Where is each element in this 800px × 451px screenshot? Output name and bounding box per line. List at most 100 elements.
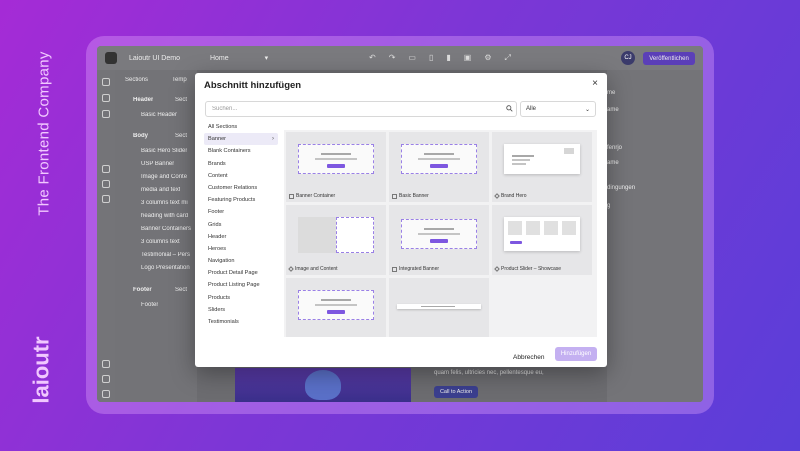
card-preview bbox=[298, 217, 374, 253]
list-item[interactable]: Testimonial – Pers bbox=[141, 252, 190, 258]
category-item[interactable]: Brands bbox=[204, 158, 278, 170]
add-section-dialog: Abschnitt hinzufügen × Alle ⌄ All Sectio… bbox=[195, 73, 607, 367]
list-item[interactable]: Basic Hero Slider bbox=[141, 148, 187, 154]
list-item[interactable]: Logo Presentation bbox=[141, 265, 190, 271]
category-item[interactable]: Featuring Products bbox=[204, 194, 278, 206]
category-item[interactable]: Product Listing Page bbox=[204, 279, 278, 291]
tab-templates[interactable]: Temp bbox=[172, 77, 187, 83]
panel-row[interactable]: dingungen bbox=[607, 185, 635, 191]
section-card-product-slider-showcase[interactable]: Product Slider – Showcase bbox=[492, 205, 592, 275]
section-card-image-and-content[interactable]: Image and Content bbox=[286, 205, 386, 275]
brush-icon[interactable] bbox=[102, 110, 110, 118]
filter-value: Alle bbox=[526, 106, 537, 112]
canvas-text: quam felis, ultricies nec, pellentesque … bbox=[434, 370, 544, 376]
dialog-title: Abschnitt hinzufügen bbox=[204, 80, 302, 91]
tablet-icon[interactable]: ▯ bbox=[429, 53, 433, 63]
tree-footer-label[interactable]: Footer bbox=[133, 287, 152, 293]
body-add-section[interactable]: Sect bbox=[175, 133, 187, 139]
category-item[interactable]: Sliders bbox=[204, 304, 278, 316]
fullscreen-icon[interactable]: ⤢ bbox=[505, 53, 511, 63]
category-item-active[interactable]: Banner › bbox=[204, 133, 278, 146]
section-card-integrated-banner[interactable]: Integrated Banner bbox=[389, 205, 489, 275]
close-icon[interactable]: × bbox=[592, 78, 598, 89]
card-label: Integrated Banner bbox=[392, 266, 439, 272]
undo-icon[interactable]: ↶ bbox=[369, 53, 376, 63]
header-add-section[interactable]: Sect bbox=[175, 97, 187, 103]
grid-icon[interactable] bbox=[102, 180, 110, 188]
card-preview bbox=[401, 219, 477, 249]
list-item[interactable]: USP Banner bbox=[141, 161, 174, 167]
desktop-icon[interactable]: ▭ bbox=[408, 53, 416, 63]
panel-row[interactable]: g bbox=[607, 203, 610, 209]
publish-button[interactable]: Veröffentlichen bbox=[643, 52, 695, 65]
monitor-icon[interactable]: ▣ bbox=[464, 53, 472, 63]
diamond-icon bbox=[288, 266, 294, 272]
list-item[interactable]: heading with card bbox=[141, 213, 188, 219]
home-icon[interactable] bbox=[102, 78, 110, 86]
layers-icon[interactable] bbox=[102, 94, 110, 102]
user-icon[interactable] bbox=[102, 360, 110, 368]
redo-icon[interactable]: ↷ bbox=[389, 53, 396, 63]
section-card[interactable] bbox=[389, 278, 489, 337]
search-icon bbox=[506, 105, 513, 112]
tree-header-label[interactable]: Header bbox=[133, 97, 153, 103]
list-item[interactable]: 3 columns text mi bbox=[141, 200, 188, 206]
top-bar: Laioutr UI Demo Home ▾ ↶ ↷ ▭ ▯ ▮ ▣ ⚙ ⤢ C… bbox=[97, 46, 703, 70]
list-item[interactable]: Image and Conte bbox=[141, 174, 187, 180]
diamond-icon bbox=[494, 266, 500, 272]
card-preview bbox=[298, 144, 374, 174]
category-item[interactable]: All Sections bbox=[204, 121, 278, 133]
book-icon[interactable] bbox=[102, 375, 110, 383]
card-label: Product Slider – Showcase bbox=[494, 266, 561, 272]
collapse-icon[interactable] bbox=[102, 390, 110, 398]
list-item[interactable]: Basic Header bbox=[141, 112, 177, 118]
category-item[interactable]: Customer Relations bbox=[204, 182, 278, 194]
cta-button[interactable]: Call to Action bbox=[434, 386, 478, 398]
footer-add-section[interactable]: Sect bbox=[175, 287, 187, 293]
category-item[interactable]: Product Detail Page bbox=[204, 267, 278, 279]
search-input[interactable] bbox=[205, 101, 517, 117]
chevron-right-icon: › bbox=[272, 136, 274, 143]
properties-panel: me ame fenrjo ame dingungen g bbox=[607, 70, 703, 402]
mobile-icon[interactable]: ▮ bbox=[446, 53, 450, 63]
chevron-down-icon[interactable]: ▾ bbox=[265, 54, 269, 62]
category-item[interactable]: Heroes bbox=[204, 243, 278, 255]
page-select[interactable]: Home bbox=[210, 55, 229, 62]
add-button[interactable]: Hinzufügen bbox=[555, 347, 597, 361]
chevron-down-icon: ⌄ bbox=[584, 106, 590, 113]
list-item[interactable]: media and text bbox=[141, 187, 180, 193]
cancel-button[interactable]: Abbrechen bbox=[513, 354, 544, 361]
app-logo-icon bbox=[105, 52, 117, 64]
plugin-icon[interactable] bbox=[102, 165, 110, 173]
project-name[interactable]: Laioutr UI Demo bbox=[129, 55, 180, 62]
category-item[interactable]: Products bbox=[204, 292, 278, 304]
category-item[interactable]: Testimonials bbox=[204, 316, 278, 328]
category-item[interactable]: Content bbox=[204, 170, 278, 182]
brand-wordmark: laioutr bbox=[29, 336, 55, 404]
category-item[interactable]: Footer bbox=[204, 206, 278, 218]
panel-row: fenrjo bbox=[607, 145, 623, 151]
section-card-banner-container[interactable]: Banner Container bbox=[286, 132, 386, 202]
category-item[interactable]: Blank Containers bbox=[204, 145, 278, 157]
panel-row[interactable]: ame bbox=[607, 160, 619, 166]
panel-row[interactable]: ame bbox=[607, 107, 619, 113]
section-card-basic-banner[interactable]: Basic Banner bbox=[389, 132, 489, 202]
section-grid: Banner Container Basic Banner Brand Hero bbox=[284, 130, 597, 337]
category-item[interactable]: Header bbox=[204, 231, 278, 243]
category-item[interactable]: Grids bbox=[204, 219, 278, 231]
section-card-brand-hero[interactable]: Brand Hero bbox=[492, 132, 592, 202]
category-item[interactable]: Navigation bbox=[204, 255, 278, 267]
settings-icon[interactable]: ⚙ bbox=[484, 53, 491, 63]
list-item[interactable]: Banner Containers bbox=[141, 226, 191, 232]
section-card[interactable] bbox=[286, 278, 386, 337]
tab-sections[interactable]: Sections bbox=[125, 77, 148, 83]
list-item[interactable]: Footer bbox=[141, 302, 158, 308]
avatar[interactable]: CJ bbox=[621, 51, 635, 65]
grid-icon bbox=[392, 266, 397, 272]
list-icon[interactable] bbox=[102, 195, 110, 203]
card-preview bbox=[397, 304, 481, 309]
list-item[interactable]: 3 columns text bbox=[141, 239, 180, 245]
panel-row: me bbox=[607, 90, 616, 96]
filter-select[interactable]: Alle ⌄ bbox=[520, 101, 596, 117]
tree-body-label[interactable]: Body bbox=[133, 133, 148, 139]
